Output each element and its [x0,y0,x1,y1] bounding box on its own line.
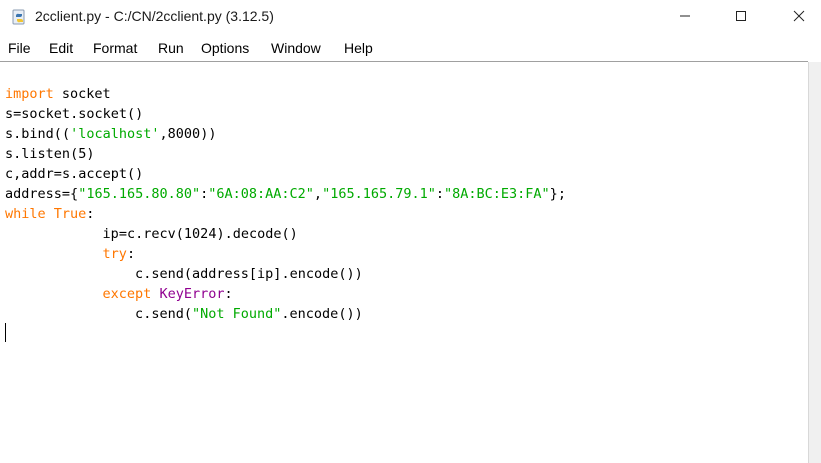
menu-window[interactable]: Window [271,40,321,56]
menu-format[interactable]: Format [93,40,137,56]
maximize-button[interactable] [718,0,764,36]
code-editor[interactable]: import socket s=socket.socket() s.bind(('l… [0,62,808,463]
close-icon [793,9,805,27]
title-bar[interactable]: 2cclient.py - C:/CN/2cclient.py (3.12.5) [0,0,821,36]
code-line: try: [102,246,136,262]
code-line: s.listen(5) [5,146,95,162]
menu-run[interactable]: Run [158,40,184,56]
python-idle-icon [10,9,28,27]
code-line: c,addr=s.accept() [5,166,144,182]
code-text[interactable]: import socket s=socket.socket() s.bind(('l… [5,84,566,324]
menu-edit[interactable]: Edit [49,40,73,56]
code-line: import socket [5,86,111,102]
code-line: c.send(address[ip].encode()) [135,266,363,282]
code-line: address={"165.165.80.80":"6A:08:AA:C2","… [5,186,566,202]
code-line: while True: [5,206,95,222]
menu-options[interactable]: Options [201,40,249,56]
minimize-button[interactable] [662,0,708,36]
minimize-icon [679,9,691,27]
window-title: 2cclient.py - C:/CN/2cclient.py (3.12.5) [35,8,274,24]
menu-file[interactable]: File [8,40,31,56]
idle-editor-window: 2cclient.py - C:/CN/2cclient.py (3.12.5)… [0,0,821,463]
code-line: except KeyError: [102,286,233,302]
code-line: s.bind(('localhost',8000)) [5,126,217,142]
code-line: ip=c.recv(1024).decode() [102,226,298,242]
menu-bar: File Edit Format Run Options Window Help [0,36,821,60]
menu-help[interactable]: Help [344,40,373,56]
text-cursor [5,323,6,342]
maximize-icon [735,9,747,27]
vertical-scrollbar[interactable] [808,62,821,463]
code-line: s=socket.socket() [5,106,144,122]
code-line: c.send("Not Found".encode()) [135,306,363,322]
close-button[interactable] [776,0,821,36]
